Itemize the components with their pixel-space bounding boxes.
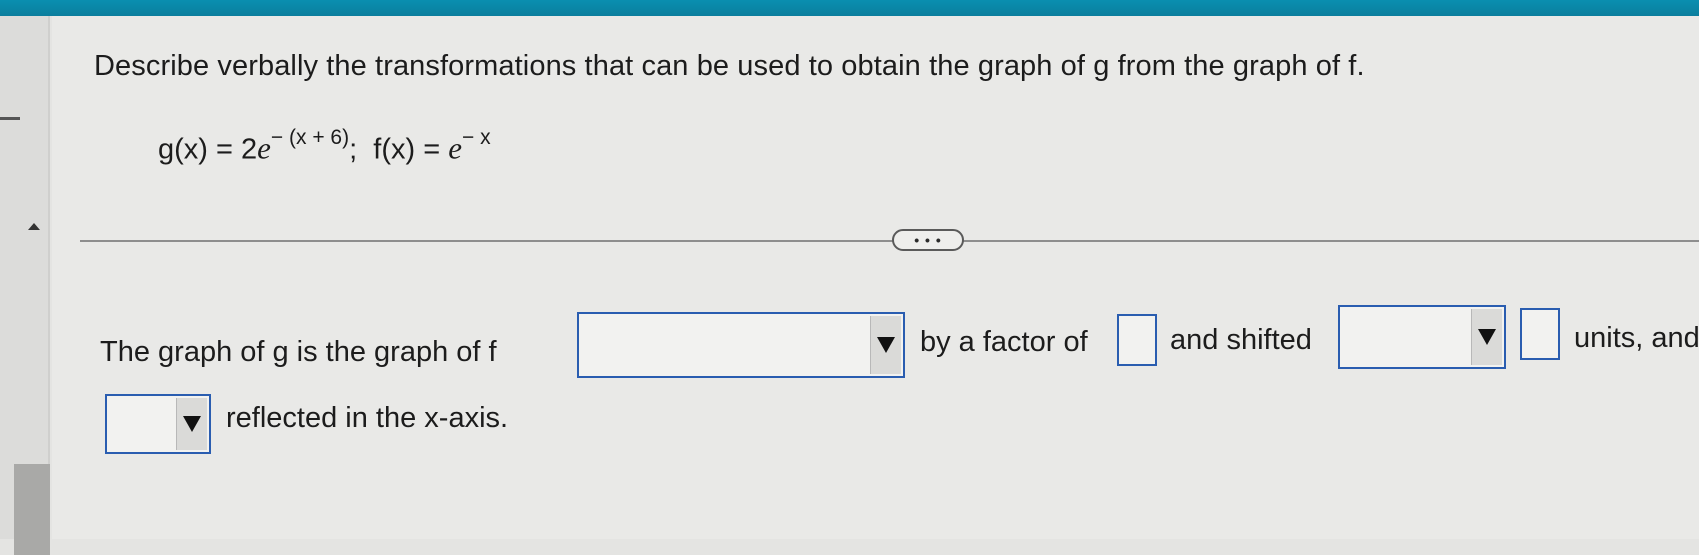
factor-input[interactable] <box>1117 314 1157 366</box>
g-function-base: e <box>257 130 271 166</box>
question-panel <box>52 16 1699 539</box>
answer-text-part1: The graph of g is the graph of f <box>100 336 497 368</box>
shift-direction-dropdown[interactable] <box>1338 305 1506 369</box>
answer-text-part5: reflected in the x-axis. <box>226 402 509 434</box>
answer-text-part4: units, and <box>1574 322 1699 354</box>
f-function-lhs: f(x) = <box>373 133 449 166</box>
f-function-base: e <box>448 130 462 166</box>
dropdown-arrow-icon[interactable] <box>176 398 207 450</box>
dropdown-arrow-icon[interactable] <box>1471 309 1502 365</box>
equation-separator: ; <box>349 133 358 166</box>
answer-text-part2: by a factor of <box>920 326 1088 358</box>
rail-marker <box>0 117 20 120</box>
top-bar <box>0 0 1699 16</box>
shift-units-input[interactable] <box>1520 308 1560 360</box>
scrollbar-thumb[interactable] <box>14 464 50 555</box>
g-function-lhs: g(x) = 2 <box>158 133 258 166</box>
g-function-exponent: − (x + 6) <box>270 126 350 149</box>
question-instruction: Describe verbally the transformations th… <box>94 50 1365 82</box>
f-function-exponent: − x <box>461 126 491 149</box>
answer-text-part3: and shifted <box>1170 324 1312 356</box>
function-equations: g(x) = 2e− (x + 6); f(x) = e− x <box>158 126 491 167</box>
section-divider <box>80 240 1699 242</box>
reflection-dropdown[interactable] <box>105 394 211 454</box>
collapse-arrow-icon[interactable] <box>28 223 40 230</box>
transformation-dropdown[interactable] <box>577 312 905 378</box>
dropdown-arrow-icon[interactable] <box>870 316 901 374</box>
more-button[interactable]: • • • <box>892 229 964 251</box>
left-rail <box>0 16 50 555</box>
